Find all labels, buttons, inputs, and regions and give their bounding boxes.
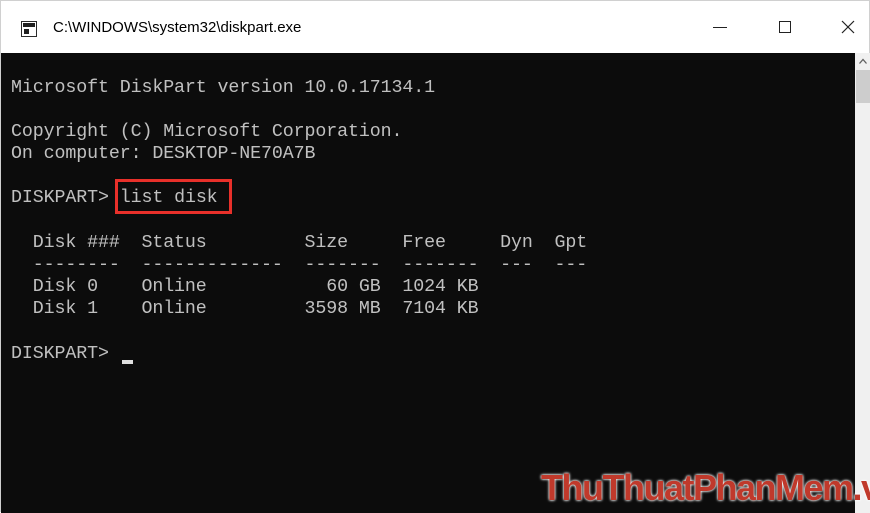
table-header: Disk ### Status Size Free Dyn Gpt (11, 233, 588, 253)
chevron-up-icon (859, 58, 867, 64)
table-row: Disk 1 Online 3598 MB 7104 KB (11, 299, 479, 319)
computer-line: On computer: DESKTOP-NE70A7B (11, 144, 316, 164)
console-app-icon[interactable] (21, 21, 37, 37)
prompt-text: DISKPART> (11, 188, 120, 208)
final-prompt: DISKPART> (11, 344, 120, 364)
title-bar[interactable]: C:\WINDOWS\system32\diskpart.exe (1, 1, 869, 53)
scroll-up-button[interactable] (855, 53, 870, 69)
table-row: Disk 0 Online 60 GB 1024 KB (11, 277, 479, 297)
version-line: Microsoft DiskPart version 10.0.17134.1 (11, 78, 435, 98)
console-output[interactable]: Microsoft DiskPart version 10.0.17134.1 … (1, 53, 855, 513)
watermark-logo: ThuThuatPhanMem.vn (541, 467, 870, 508)
console-window: C:\WINDOWS\system32\diskpart.exe Microso… (0, 0, 870, 513)
vertical-scrollbar[interactable] (855, 53, 870, 513)
maximize-icon (779, 21, 791, 33)
close-icon (841, 20, 855, 34)
copyright-line: Copyright (C) Microsoft Corporation. (11, 122, 403, 142)
minimize-button[interactable] (691, 1, 749, 53)
minimize-icon (713, 26, 727, 28)
table-separator: -------- ------------- ------- ------- -… (11, 255, 588, 275)
scroll-thumb[interactable] (856, 70, 870, 103)
text-cursor (122, 360, 133, 364)
close-button[interactable] (819, 1, 870, 53)
command-highlight-box (115, 179, 232, 214)
window-title: C:\WINDOWS\system32\diskpart.exe (53, 19, 302, 36)
maximize-button[interactable] (756, 1, 814, 53)
